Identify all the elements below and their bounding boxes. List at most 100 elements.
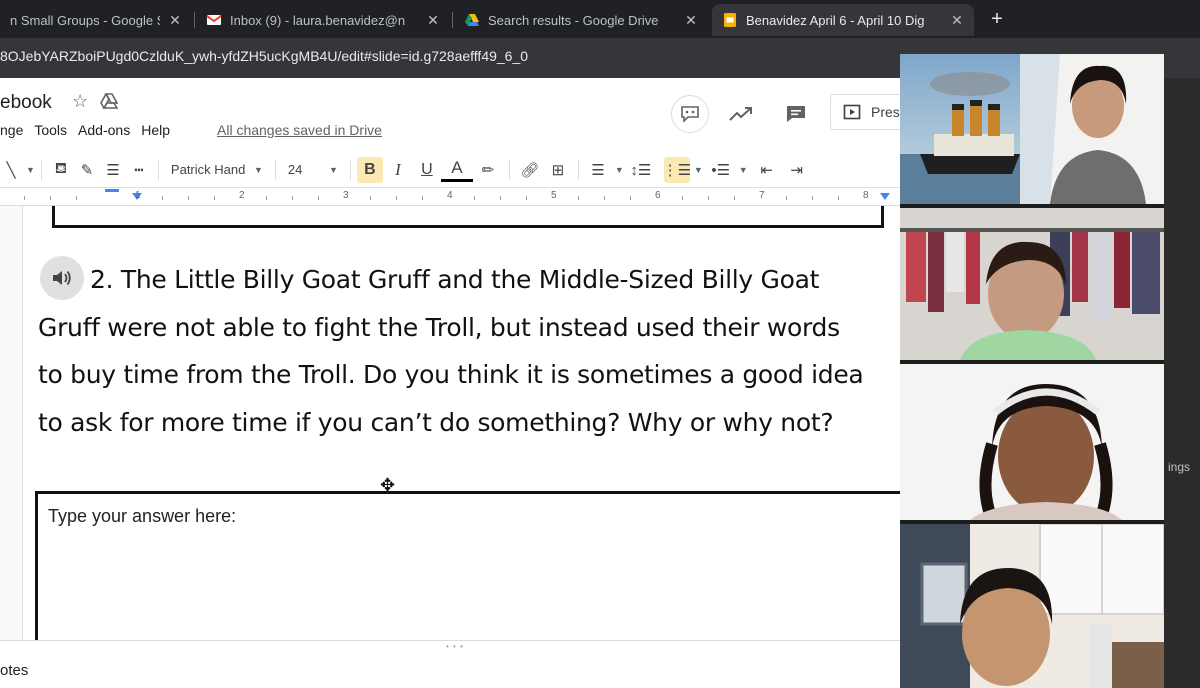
increase-indent-icon[interactable]: ⇥ xyxy=(782,157,812,183)
ruler-label: 7 xyxy=(759,190,765,201)
chevron-down-icon: ▼ xyxy=(329,164,338,175)
video-call-overlay xyxy=(900,54,1164,688)
ruler-tick xyxy=(474,196,475,200)
ruler-tick xyxy=(162,196,163,200)
speaker-notes-panel[interactable]: otes xyxy=(0,650,900,688)
gmail-icon xyxy=(206,15,222,25)
activity-dashboard-button[interactable] xyxy=(722,95,760,133)
font-family-value: Patrick Hand xyxy=(170,162,246,177)
ruler-tick xyxy=(838,196,839,200)
ruler-tick xyxy=(786,196,787,200)
saved-status[interactable]: All changes saved in Drive xyxy=(217,122,382,138)
border-dash-icon[interactable]: ┅ xyxy=(126,157,152,183)
video-tile-teacher[interactable] xyxy=(900,54,1164,204)
question-text[interactable]: 2. The Little Billy Goat Gruff and the M… xyxy=(38,256,868,446)
ruler-tick xyxy=(76,196,77,200)
video-tile-student-2[interactable] xyxy=(900,364,1164,520)
ruler-label: 1 xyxy=(135,190,141,201)
toolbar-divider xyxy=(274,159,276,180)
menu-tools[interactable]: Tools xyxy=(34,122,67,138)
link-icon[interactable]: 🔗︎ xyxy=(516,157,544,183)
ruler-tick xyxy=(526,196,527,200)
url-field[interactable]: 8OJebYARZboiPUgd0CzlduK_ywh-yfdZH5ucKgMB… xyxy=(0,48,528,64)
text-color-button[interactable]: A xyxy=(440,158,473,182)
ruler-tick xyxy=(578,196,579,200)
document-title[interactable]: ebook xyxy=(0,92,52,114)
ruler-label: 2 xyxy=(239,190,245,201)
ruler-tick xyxy=(370,196,371,200)
star-icon[interactable]: ☆ xyxy=(72,91,88,112)
font-family-select[interactable]: Patrick Hand ▼ xyxy=(165,157,269,183)
menu-help[interactable]: Help xyxy=(141,122,170,138)
previous-answer-box[interactable] xyxy=(52,206,884,228)
browser-tab-inbox[interactable]: Inbox (9) - laura.benavidez@n ✕ xyxy=(196,4,450,36)
answer-text-box[interactable]: Type your answer here: xyxy=(35,491,900,640)
comments-button[interactable] xyxy=(777,95,815,133)
bulleted-list-icon[interactable]: •☰ xyxy=(707,157,735,183)
ruler-tick xyxy=(188,196,189,200)
video-tile-student-3[interactable] xyxy=(900,524,1164,688)
ruler-tick xyxy=(292,196,293,200)
video-tile-student-1[interactable] xyxy=(900,208,1164,360)
first-line-indent-marker[interactable] xyxy=(105,189,119,192)
ruler-tick xyxy=(50,196,51,200)
chevron-down-icon[interactable]: ▼ xyxy=(615,165,624,175)
slides-header: ebook ☆ nge Tools Add-ons Help All chang… xyxy=(0,78,920,152)
chevron-down-icon[interactable]: ▼ xyxy=(739,165,748,175)
align-icon[interactable]: ☰ xyxy=(585,157,611,183)
font-size-select[interactable]: 24 ▼ xyxy=(282,157,344,183)
ruler-label: 6 xyxy=(655,190,661,201)
right-indent-marker[interactable] xyxy=(880,193,890,200)
browser-tab-small-groups[interactable]: n Small Groups - Google S ✕ xyxy=(0,4,192,36)
ruler-tick xyxy=(708,196,709,200)
underline-button[interactable]: U xyxy=(413,157,441,183)
line-tool-icon[interactable]: ╲ xyxy=(0,157,22,183)
toolbar-divider xyxy=(508,159,510,180)
italic-button[interactable]: I xyxy=(383,157,413,183)
ruler-tick xyxy=(396,196,397,200)
browser-tab-drive-search[interactable]: Search results - Google Drive ✕ xyxy=(454,4,708,36)
numbered-list-icon[interactable]: ⋮☰ xyxy=(663,156,691,183)
add-comment-icon[interactable]: ⊞ xyxy=(544,157,572,183)
close-icon[interactable]: ✕ xyxy=(426,12,440,29)
ruler-tick xyxy=(266,196,267,200)
slides-icon xyxy=(724,13,736,27)
browser-tab-slides[interactable]: Benavidez April 6 - April 10 Dig ✕ xyxy=(712,4,974,36)
border-color-icon[interactable]: ✎ xyxy=(74,157,100,183)
ruler-tick xyxy=(734,196,735,200)
chevron-down-icon[interactable]: ▼ xyxy=(694,165,703,175)
notes-resize-handle[interactable]: • • • xyxy=(0,640,900,651)
chevron-down-icon[interactable]: ▼ xyxy=(26,165,35,175)
comments-history-button[interactable] xyxy=(671,95,709,133)
tab-separator xyxy=(452,12,453,28)
chat-icon xyxy=(681,106,699,123)
ruler-tick xyxy=(422,196,423,200)
menu-bar: nge Tools Add-ons Help xyxy=(0,122,181,138)
fill-color-icon[interactable]: ⛾ xyxy=(48,157,74,183)
ruler-label: 3 xyxy=(343,190,349,201)
tab-title: Search results - Google Drive xyxy=(488,12,659,28)
move-to-drive-icon[interactable] xyxy=(100,93,118,109)
menu-arrange[interactable]: nge xyxy=(0,122,23,138)
close-icon[interactable]: ✕ xyxy=(684,12,698,29)
present-icon xyxy=(843,104,861,120)
ruler-tick xyxy=(500,196,501,200)
horizontal-ruler[interactable]: 1 2 3 4 5 6 7 8 xyxy=(0,188,900,206)
new-tab-button[interactable]: + xyxy=(986,8,1008,31)
ruler-tick xyxy=(318,196,319,200)
side-panel-label: ings xyxy=(1168,460,1191,474)
move-cursor-icon: ✥ xyxy=(380,475,396,495)
highlight-color-icon[interactable]: ✏ xyxy=(473,157,503,183)
line-spacing-icon[interactable]: ↕☰ xyxy=(624,157,658,183)
close-icon[interactable]: ✕ xyxy=(950,12,964,29)
tab-title: Inbox (9) - laura.benavidez@n xyxy=(230,12,406,28)
menu-addons[interactable]: Add-ons xyxy=(78,122,130,138)
toolbar-divider xyxy=(349,159,351,180)
browser-tab-strip: n Small Groups - Google S ✕ Inbox (9) - … xyxy=(0,0,1200,38)
decrease-indent-icon[interactable]: ⇤ xyxy=(752,157,782,183)
bold-button[interactable]: B xyxy=(356,156,383,183)
border-weight-icon[interactable]: ☰ xyxy=(100,157,126,183)
participant-video xyxy=(900,54,1164,204)
close-icon[interactable]: ✕ xyxy=(168,12,182,29)
slide-canvas: 2. The Little Billy Goat Gruff and the M… xyxy=(0,206,900,640)
